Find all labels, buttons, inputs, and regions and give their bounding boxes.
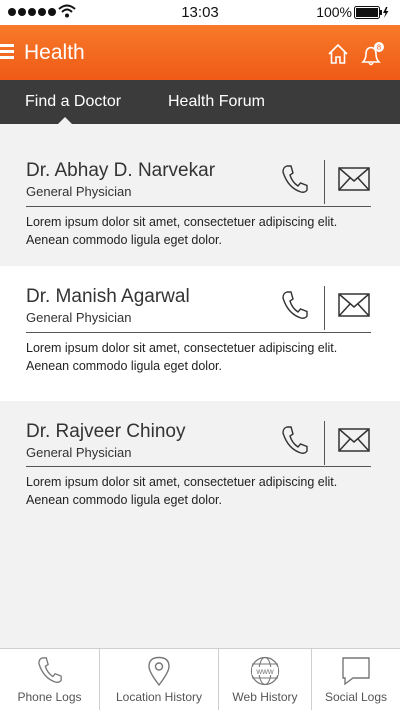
divider xyxy=(324,286,325,330)
nav-location-history[interactable]: Location History xyxy=(100,649,218,710)
bell-icon[interactable]: 8 xyxy=(359,41,385,67)
tab-health-forum[interactable]: Health Forum xyxy=(168,93,265,111)
doctor-card[interactable]: Dr. Abhay D. Narvekar General Physician … xyxy=(0,124,400,266)
bottom-navigation: Phone Logs Location History www Web Hist… xyxy=(0,648,400,710)
doctor-description: Lorem ipsum dolor sit amet, consectetuer… xyxy=(26,215,338,247)
chat-bubble-icon xyxy=(342,657,370,686)
doctor-description: Lorem ipsum dolor sit amet, consectetuer… xyxy=(26,475,338,507)
mail-icon[interactable] xyxy=(338,167,370,191)
nav-web-history[interactable]: www Web History xyxy=(219,649,311,710)
doctor-specialty: General Physician xyxy=(26,445,132,460)
phone-icon[interactable] xyxy=(281,164,309,194)
mail-icon[interactable] xyxy=(338,428,370,452)
home-icon[interactable] xyxy=(327,43,349,65)
tab-bar: Find a Doctor Health Forum xyxy=(0,80,400,124)
doctor-specialty: General Physician xyxy=(26,184,132,199)
divider xyxy=(324,160,325,204)
nav-label: Web History xyxy=(232,690,298,704)
globe-www-icon: www xyxy=(250,656,280,686)
location-pin-icon xyxy=(148,656,170,686)
doctor-card[interactable]: Dr. Manish Agarwal General Physician Lor… xyxy=(0,266,400,401)
card-separator xyxy=(26,466,371,467)
app-header: Health 8 xyxy=(0,25,400,80)
mail-icon[interactable] xyxy=(338,293,370,317)
card-separator xyxy=(26,206,371,207)
phone-icon[interactable] xyxy=(281,425,309,455)
status-bar: 13:03 100% xyxy=(0,0,400,25)
doctor-description: Lorem ipsum dolor sit amet, consectetuer… xyxy=(26,341,338,373)
nav-phone-logs[interactable]: Phone Logs xyxy=(0,649,99,710)
active-tab-indicator xyxy=(58,117,72,124)
card-separator xyxy=(26,332,371,333)
battery-icon xyxy=(354,6,389,19)
svg-text:www: www xyxy=(255,667,274,676)
notification-badge: 8 xyxy=(377,43,381,52)
doctor-name: Dr. Manish Agarwal xyxy=(26,286,190,307)
phone-icon[interactable] xyxy=(281,290,309,320)
doctor-specialty: General Physician xyxy=(26,310,132,325)
divider xyxy=(324,421,325,465)
nav-label: Location History xyxy=(115,690,203,704)
page-title: Health xyxy=(24,41,85,64)
doctor-name: Dr. Abhay D. Narvekar xyxy=(26,160,216,181)
doctor-card[interactable]: Dr. Rajveer Chinoy General Physician Lor… xyxy=(0,401,400,541)
menu-icon[interactable] xyxy=(0,44,14,60)
tab-find-a-doctor[interactable]: Find a Doctor xyxy=(25,93,121,111)
doctor-name: Dr. Rajveer Chinoy xyxy=(26,421,186,442)
nav-social-logs[interactable]: Social Logs xyxy=(312,649,400,710)
nav-label: Social Logs xyxy=(324,690,388,704)
nav-label: Phone Logs xyxy=(17,690,82,704)
phone-icon xyxy=(37,657,62,683)
battery-percent: 100% xyxy=(316,4,352,20)
